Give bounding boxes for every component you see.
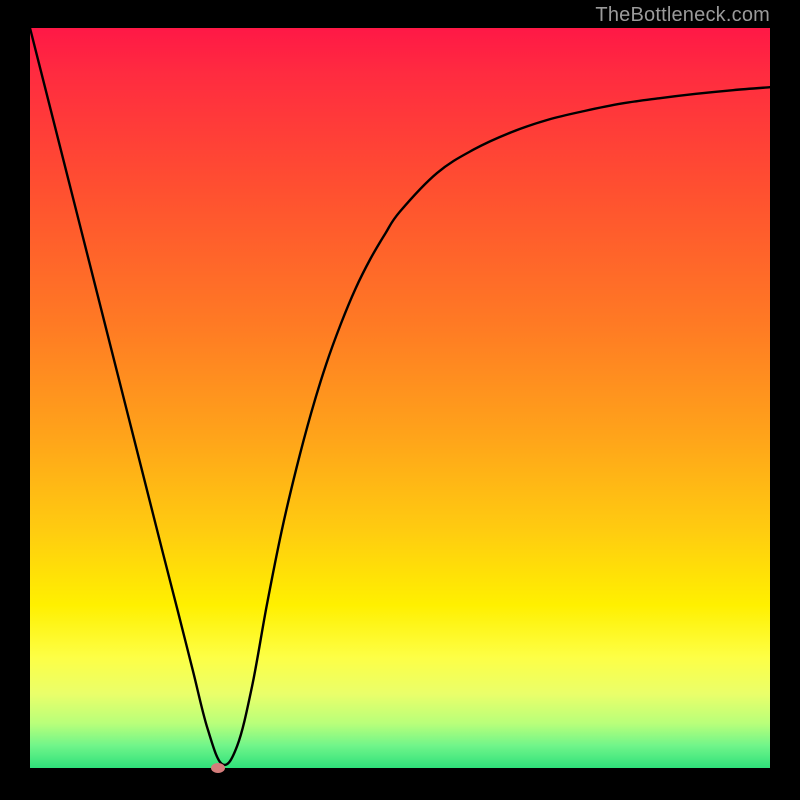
- chart-frame: TheBottleneck.com: [0, 0, 800, 800]
- attribution-text: TheBottleneck.com: [595, 4, 770, 27]
- bottleneck-curve: [30, 28, 770, 768]
- plot-area: [30, 28, 770, 768]
- minimum-marker: [211, 763, 225, 773]
